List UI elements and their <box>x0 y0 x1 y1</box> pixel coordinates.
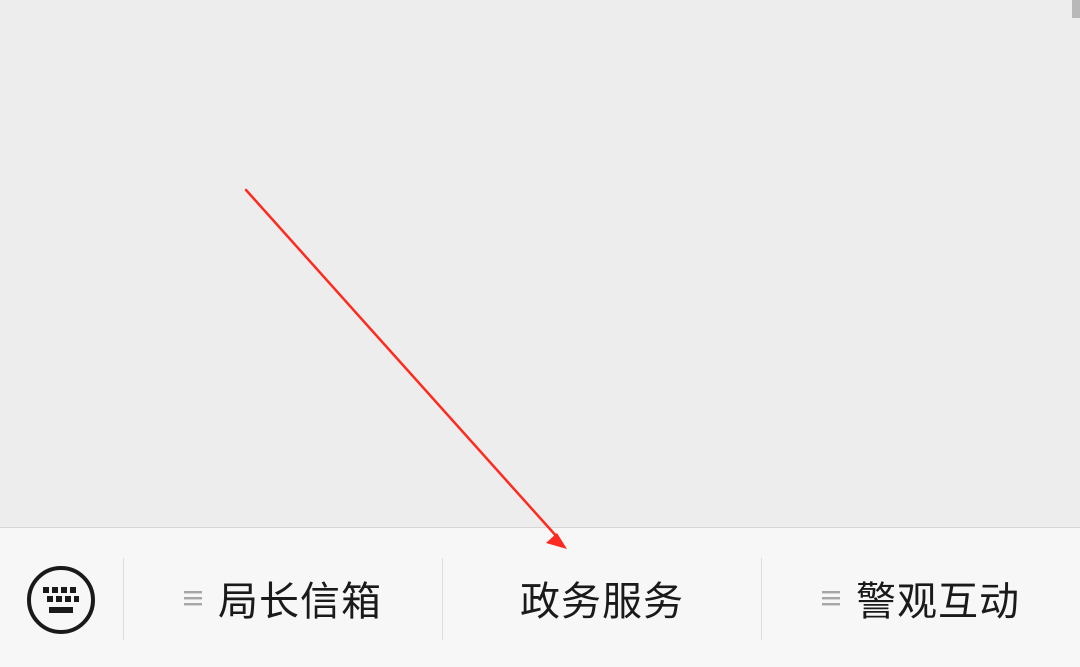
menu-lines-icon <box>184 591 202 606</box>
official-account-chat-screen: 局长信箱 政务服务 警观互动 <box>0 0 1080 667</box>
menu-item-label: 局长信箱 <box>218 579 382 625</box>
custom-menu-bar: 局长信箱 政务服务 警观互动 <box>0 527 1080 667</box>
menu-item-label: 警观互动 <box>856 579 1020 625</box>
menu-item-label: 政务服务 <box>520 579 684 625</box>
keyboard-toggle-button[interactable] <box>26 565 96 635</box>
keyboard-icon <box>27 566 95 634</box>
menu-item-government-services[interactable]: 政务服务 <box>443 528 761 667</box>
menu-item-director-mailbox[interactable]: 局长信箱 <box>124 528 442 667</box>
menu-item-police-interaction[interactable]: 警观互动 <box>762 528 1080 667</box>
chat-message-area[interactable] <box>0 0 1080 527</box>
scrollbar-thumb[interactable] <box>1072 0 1080 18</box>
menu-lines-icon <box>822 591 840 606</box>
